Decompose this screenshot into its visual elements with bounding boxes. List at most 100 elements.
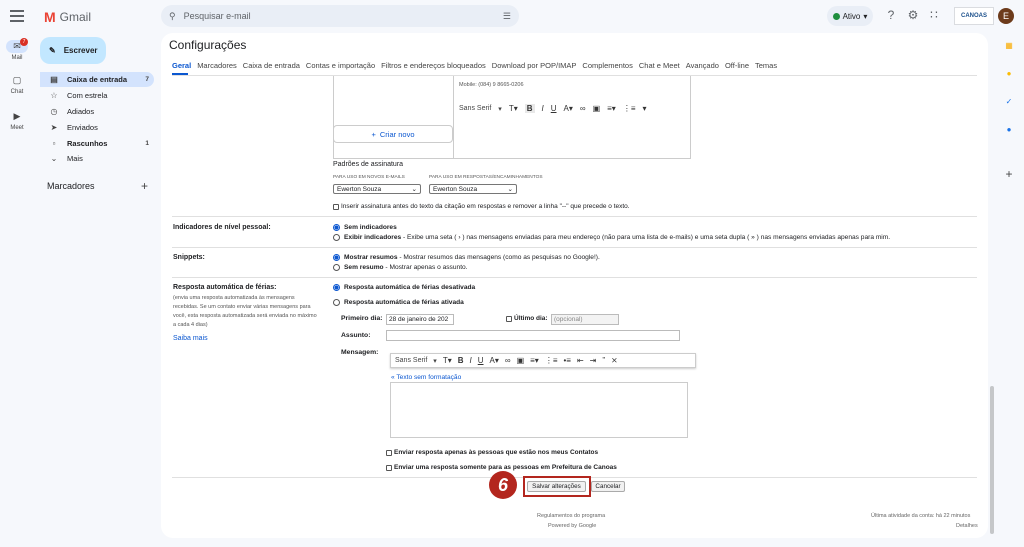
radio-icon[interactable] xyxy=(333,299,340,306)
tab-contas[interactable]: Contas e importação xyxy=(306,61,375,70)
learn-more-link[interactable]: Saiba mais xyxy=(173,335,208,342)
radio-selected-icon[interactable] xyxy=(333,254,340,261)
chevron-down-icon[interactable]: ▾ xyxy=(433,357,437,365)
text-color-icon[interactable]: A▾ xyxy=(490,356,499,365)
checkbox-icon[interactable] xyxy=(386,449,392,456)
reply-signature-select[interactable]: Ewerton Souza ⌄ xyxy=(429,184,517,194)
bulleted-list-icon[interactable]: •≡ xyxy=(564,356,571,365)
new-emails-signature-select[interactable]: Ewerton Souza ⌄ xyxy=(333,184,421,194)
tab-filtros[interactable]: Filtros e endereços bloqueados xyxy=(381,61,486,70)
rail-item-mail[interactable]: ✉ 7 Mail xyxy=(0,38,34,61)
radio-selected-icon[interactable] xyxy=(333,224,340,231)
keep-icon[interactable]: ● xyxy=(1003,68,1015,80)
align-icon[interactable]: ≡▾ xyxy=(530,356,539,365)
chevron-down-icon[interactable]: ▾ xyxy=(643,104,647,113)
radio-mostrar-resumos[interactable]: Mostrar resumos - Mostrar resumos das me… xyxy=(333,254,600,261)
bold-icon[interactable]: B xyxy=(458,356,464,365)
nav-item-drafts[interactable]: ▫ Rascunhos 1 xyxy=(40,136,154,151)
font-size-icon[interactable]: T▾ xyxy=(443,356,452,365)
indent-more-icon[interactable]: ⇥ xyxy=(590,356,597,365)
subject-input[interactable] xyxy=(386,330,680,341)
tab-avancado[interactable]: Avançado xyxy=(686,61,719,70)
radio-selected-icon[interactable] xyxy=(333,284,340,291)
help-icon[interactable]: ? xyxy=(884,8,898,22)
add-label-plus-icon[interactable]: + xyxy=(141,179,148,193)
search-bar[interactable]: ⚲ Pesquisar e-mail ☰ xyxy=(161,5,519,27)
tab-download[interactable]: Download por POP/IMAP xyxy=(492,61,577,70)
last-day-input[interactable]: (opcional) xyxy=(551,314,619,325)
checkbox-icon[interactable] xyxy=(333,203,339,210)
chevron-down-icon[interactable]: ▾ xyxy=(498,105,502,113)
tab-marcadores[interactable]: Marcadores xyxy=(197,61,237,70)
rail-item-meet[interactable]: ▶ Meet xyxy=(0,110,34,131)
tab-temas[interactable]: Temas xyxy=(755,61,777,70)
calendar-icon[interactable]: ▦ xyxy=(1003,40,1015,52)
italic-icon[interactable]: I xyxy=(542,104,544,113)
tab-caixa-de-entrada[interactable]: Caixa de entrada xyxy=(243,61,300,70)
font-select[interactable]: Sans Serif xyxy=(395,357,427,364)
tab-offline[interactable]: Off-line xyxy=(725,61,749,70)
tasks-icon[interactable]: ✓ xyxy=(1003,96,1015,108)
nav-item-sent[interactable]: ➤ Enviados xyxy=(40,120,154,135)
indent-less-icon[interactable]: ⇤ xyxy=(577,356,584,365)
nav-item-more[interactable]: ⌄ Mais xyxy=(40,151,154,166)
image-icon[interactable]: ▣ xyxy=(593,104,601,113)
cancel-button[interactable]: Cancelar xyxy=(591,481,625,492)
organization-logo[interactable]: CANOAS xyxy=(954,7,994,25)
org-only-checkbox[interactable]: Enviar uma resposta somente para as pess… xyxy=(386,464,617,471)
nav-item-starred[interactable]: ☆ Com estrela xyxy=(40,88,154,103)
nav-item-inbox[interactable]: ▤ Caixa de entrada 7 xyxy=(40,72,154,87)
main-menu-icon[interactable] xyxy=(10,10,24,22)
tab-chat-meet[interactable]: Chat e Meet xyxy=(639,61,680,70)
rail-item-chat[interactable]: ▢ Chat xyxy=(0,74,34,95)
nav-item-snoozed[interactable]: ◷ Adiados xyxy=(40,104,154,119)
search-options-icon[interactable]: ☰ xyxy=(503,11,511,22)
details-link[interactable]: Detalhes xyxy=(956,523,978,529)
numbered-list-icon[interactable]: ⋮≡ xyxy=(545,356,558,365)
radio-sem-resumo[interactable]: Sem resumo - Mostrar apenas o assunto. xyxy=(333,264,468,271)
underline-icon[interactable]: U xyxy=(478,356,484,365)
radio-icon[interactable] xyxy=(333,264,340,271)
checkbox-icon[interactable] xyxy=(386,464,392,471)
search-input[interactable]: Pesquisar e-mail xyxy=(184,11,503,21)
quote-icon[interactable]: ” xyxy=(602,356,605,365)
plain-text-link[interactable]: « Texto sem formatação xyxy=(391,374,461,381)
search-icon[interactable]: ⚲ xyxy=(169,11,176,22)
status-selector[interactable]: Ativo ▾ xyxy=(827,6,873,26)
create-new-signature-button[interactable]: + Criar novo xyxy=(333,125,453,143)
bold-icon[interactable]: B xyxy=(524,104,535,113)
radio-exibir-indicadores[interactable]: Exibir indicadores - Exibe uma seta ( › … xyxy=(333,234,890,241)
add-addon-plus-icon[interactable]: + xyxy=(1003,168,1015,180)
first-day-input[interactable]: 28 de janeiro de 202 xyxy=(386,314,454,325)
image-icon[interactable]: ▣ xyxy=(517,356,525,365)
tab-complementos[interactable]: Complementos xyxy=(582,61,632,70)
clear-formatting-icon[interactable]: ⨯ xyxy=(611,356,618,365)
radio-vacation-off[interactable]: Resposta automática de férias desativada xyxy=(333,284,475,291)
link-icon[interactable]: ∞ xyxy=(505,356,511,365)
avatar[interactable]: E xyxy=(998,8,1014,24)
apps-grid-icon[interactable]: ∷ xyxy=(927,8,941,22)
contacts-icon[interactable]: ● xyxy=(1003,124,1015,136)
italic-icon[interactable]: I xyxy=(470,356,472,365)
checkbox-icon[interactable] xyxy=(506,315,512,322)
radio-vacation-on[interactable]: Resposta automática de férias ativada xyxy=(333,299,464,306)
radio-icon[interactable] xyxy=(333,234,340,241)
font-size-icon[interactable]: T▾ xyxy=(509,104,518,113)
insert-before-quote-checkbox[interactable]: Inserir assinatura antes do texto da cit… xyxy=(333,203,630,210)
last-day-checkbox[interactable]: Último dia: xyxy=(506,315,548,322)
compose-button[interactable]: ✎ Escrever xyxy=(40,37,106,64)
message-body-input[interactable] xyxy=(390,382,688,438)
gmail-logo[interactable]: M Gmail xyxy=(44,9,91,25)
link-icon[interactable]: ∞ xyxy=(580,104,586,113)
font-select[interactable]: Sans Serif xyxy=(459,105,491,112)
program-policies-link[interactable]: Regulamentos do programa xyxy=(537,513,605,519)
align-icon[interactable]: ≡▾ xyxy=(607,104,616,113)
numbered-list-icon[interactable]: ⋮≡ xyxy=(623,104,636,113)
tab-geral[interactable]: Geral xyxy=(172,61,191,70)
signature-editor[interactable] xyxy=(453,76,691,159)
gear-icon[interactable]: ⚙ xyxy=(906,8,920,22)
scrollbar-thumb[interactable] xyxy=(990,386,994,534)
radio-sem-indicadores[interactable]: Sem indicadores xyxy=(333,224,397,231)
contacts-only-checkbox[interactable]: Enviar resposta apenas às pessoas que es… xyxy=(386,449,598,456)
text-color-icon[interactable]: A▾ xyxy=(564,104,573,113)
